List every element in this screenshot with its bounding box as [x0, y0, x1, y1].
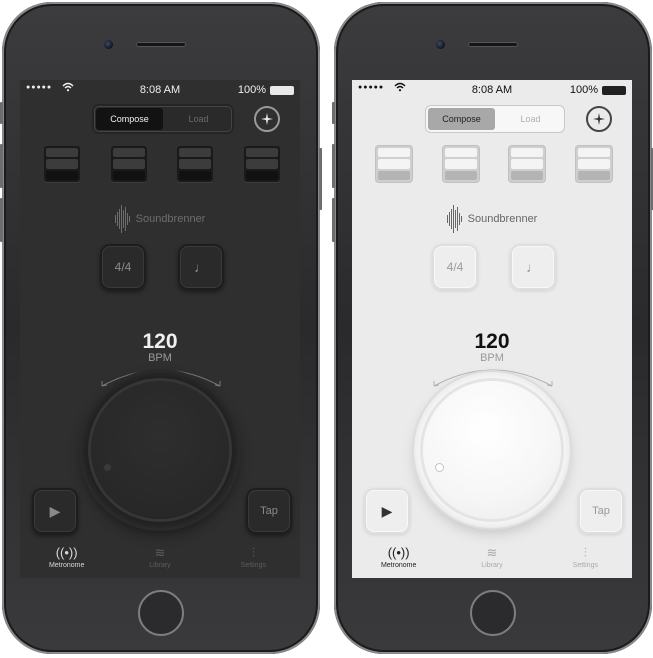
- mute-switch: [0, 102, 3, 124]
- dial-indicator-dot: [104, 464, 111, 471]
- tap-button[interactable]: Tap: [246, 488, 292, 534]
- phone-dark: ●●●●● 8:08 AM 100% Compose Load Soundbre…: [0, 2, 322, 654]
- compose-tab[interactable]: Compose: [96, 108, 163, 130]
- beat-normal[interactable]: [243, 146, 280, 182]
- brand-logo: Soundbrenner: [20, 204, 300, 234]
- tab-label: Settings: [240, 562, 266, 569]
- home-button: [138, 590, 184, 636]
- battery-icon: [602, 86, 626, 95]
- time-signature-button[interactable]: 4/4: [432, 244, 478, 290]
- compose-tab[interactable]: Compose: [428, 108, 495, 130]
- tab-label: Library: [481, 562, 503, 569]
- compass-icon[interactable]: [586, 106, 612, 132]
- tab-label: Library: [149, 562, 171, 569]
- tab-label: Metronome: [48, 562, 85, 569]
- tap-button[interactable]: Tap: [578, 488, 624, 534]
- play-button[interactable]: ▶: [364, 488, 410, 534]
- brand-name: Soundbrenner: [467, 213, 538, 225]
- play-icon: ▶: [49, 502, 61, 519]
- note-value-button[interactable]: ♩: [178, 244, 224, 290]
- tab-bar: ((•)) Metronome ≋ Library ⫶ Settings: [20, 540, 300, 578]
- tab-library[interactable]: ≋ Library: [113, 540, 206, 578]
- tab-metronome[interactable]: ((•)) Metronome: [352, 540, 445, 578]
- front-camera: [436, 40, 445, 49]
- load-tab[interactable]: Load: [497, 106, 564, 132]
- tab-label: Settings: [572, 562, 598, 569]
- beat-normal[interactable]: [442, 146, 479, 182]
- tempo-value: 120: [474, 330, 510, 353]
- radio-waves-icon: ((•)): [55, 545, 78, 560]
- beat-normal[interactable]: [110, 146, 147, 182]
- beat-row: [376, 146, 612, 182]
- play-icon: ▶: [381, 502, 393, 519]
- battery-percent: 100%: [237, 84, 266, 96]
- front-camera: [104, 40, 113, 49]
- tempo-value: 120: [142, 330, 178, 353]
- radio-waves-icon: ((•)): [387, 545, 410, 560]
- status-bar: ●●●●● 8:08 AM 100%: [352, 80, 632, 100]
- mode-segmented-control: Compose Load: [426, 106, 564, 132]
- earpiece-speaker: [468, 42, 518, 47]
- note-value-button[interactable]: ♩: [510, 244, 556, 290]
- tab-settings[interactable]: ⫶ Settings: [539, 540, 632, 578]
- mode-segmented-control: Compose Load: [94, 106, 232, 132]
- layers-icon: ≋: [154, 545, 166, 560]
- layers-icon: ≋: [486, 545, 498, 560]
- brand-name: Soundbrenner: [135, 213, 206, 225]
- soundwave-icon: [446, 204, 462, 234]
- beat-normal[interactable]: [177, 146, 214, 182]
- status-bar: ●●●●● 8:08 AM 100%: [20, 80, 300, 100]
- tab-settings[interactable]: ⫶ Settings: [207, 540, 300, 578]
- load-tab[interactable]: Load: [165, 106, 232, 132]
- compass-icon[interactable]: [254, 106, 280, 132]
- volume-up-button: [0, 144, 3, 188]
- battery-percent: 100%: [569, 84, 598, 96]
- sliders-icon: ⫶: [583, 545, 587, 560]
- sliders-icon: ⫶: [251, 545, 255, 560]
- phone-light: ●●●●● 8:08 AM 100% Compose Load Soundbre…: [332, 2, 653, 654]
- beat-accent[interactable]: [44, 146, 80, 182]
- volume-up-button: [332, 144, 335, 188]
- beat-accent[interactable]: [376, 146, 412, 182]
- soundwave-icon: [114, 204, 130, 234]
- beat-row: [44, 146, 280, 182]
- power-button: [319, 148, 322, 210]
- dial-knob[interactable]: [423, 381, 561, 519]
- app-screen: ●●●●● 8:08 AM 100% Compose Load Soundbre…: [352, 80, 632, 578]
- app-screen: ●●●●● 8:08 AM 100% Compose Load Soundbre…: [20, 80, 300, 578]
- earpiece-speaker: [136, 42, 186, 47]
- volume-down-button: [332, 198, 335, 242]
- play-button[interactable]: ▶: [32, 488, 78, 534]
- beat-normal[interactable]: [509, 146, 546, 182]
- tab-metronome[interactable]: ((•)) Metronome: [20, 540, 113, 578]
- volume-down-button: [0, 198, 3, 242]
- brand-logo: Soundbrenner: [352, 204, 632, 234]
- beat-normal[interactable]: [575, 146, 612, 182]
- mute-switch: [332, 102, 335, 124]
- time-signature-button[interactable]: 4/4: [100, 244, 146, 290]
- home-button: [470, 590, 516, 636]
- tempo-dial[interactable]: [414, 372, 570, 528]
- battery-icon: [270, 86, 294, 95]
- tab-bar: ((•)) Metronome ≋ Library ⫶ Settings: [352, 540, 632, 578]
- tempo-dial[interactable]: [82, 372, 238, 528]
- tab-label: Metronome: [380, 562, 417, 569]
- dial-knob[interactable]: [91, 381, 229, 519]
- dial-indicator-dot: [436, 464, 443, 471]
- tab-library[interactable]: ≋ Library: [445, 540, 538, 578]
